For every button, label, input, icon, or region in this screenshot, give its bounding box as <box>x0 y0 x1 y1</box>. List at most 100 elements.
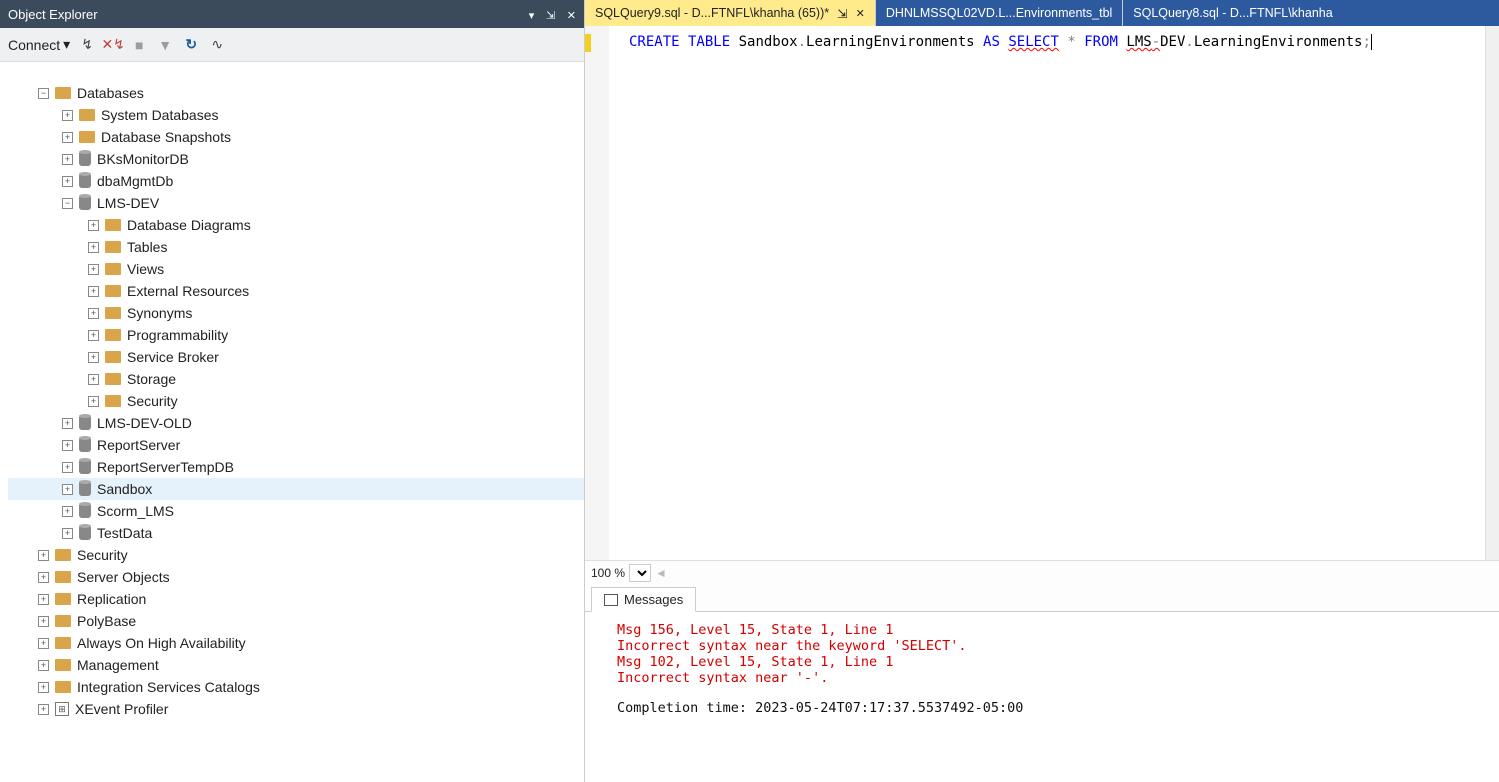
node-programmability[interactable]: +Programmability <box>8 324 584 346</box>
messages-tab[interactable]: Messages <box>591 587 696 612</box>
expand-icon[interactable]: + <box>38 638 49 649</box>
node-reportserver[interactable]: +ReportServer <box>8 434 584 456</box>
connect-button[interactable]: Connect ▾ <box>8 36 70 53</box>
node-label: Storage <box>127 371 176 387</box>
node-synonyms[interactable]: +Synonyms <box>8 302 584 324</box>
panel-pin-icon[interactable]: ⇲ <box>546 10 555 22</box>
sql-editor[interactable]: CREATE TABLE Sandbox.LearningEnvironment… <box>585 26 1499 560</box>
expand-icon[interactable]: + <box>62 110 73 121</box>
messages-label: Messages <box>624 592 683 607</box>
node-integration-services[interactable]: +Integration Services Catalogs <box>8 676 584 698</box>
disconnect-icon[interactable]: ↯ <box>78 36 96 54</box>
panel-dropdown-icon[interactable]: ▾ <box>529 10 535 22</box>
node-database-diagrams[interactable]: +Database Diagrams <box>8 214 584 236</box>
code-line-1[interactable]: CREATE TABLE Sandbox.LearningEnvironment… <box>585 34 1499 50</box>
expand-icon[interactable]: + <box>62 132 73 143</box>
refresh-icon[interactable]: ↻ <box>182 36 200 54</box>
node-service-broker[interactable]: +Service Broker <box>8 346 584 368</box>
node-tables[interactable]: + Tables <box>8 236 584 258</box>
node-lms-dev-old[interactable]: +LMS-DEV-OLD <box>8 412 584 434</box>
disconnect-all-icon[interactable]: ✕↯ <box>104 36 122 54</box>
node-lms-dev[interactable]: −LMS-DEV <box>8 192 584 214</box>
kw-from: FROM <box>1084 34 1118 50</box>
node-security-db[interactable]: +Security <box>8 390 584 412</box>
expand-icon[interactable]: + <box>62 176 73 187</box>
node-label: Sandbox <box>97 481 152 497</box>
expand-icon[interactable]: + <box>88 374 99 385</box>
node-replication[interactable]: +Replication <box>8 588 584 610</box>
obj-le2: LearningEnvironments <box>1194 34 1363 50</box>
dot: . <box>1185 34 1193 50</box>
node-scorm-lms[interactable]: +Scorm_LMS <box>8 500 584 522</box>
expand-icon[interactable]: + <box>62 440 73 451</box>
expand-icon[interactable]: + <box>62 462 73 473</box>
expand-icon[interactable]: + <box>62 528 73 539</box>
zoom-select[interactable] <box>629 564 651 582</box>
node-sandbox[interactable]: + Sandbox <box>8 478 584 500</box>
node-testdata[interactable]: + TestData <box>8 522 584 544</box>
expand-icon[interactable]: + <box>88 242 99 253</box>
tab-third[interactable]: SQLQuery8.sql - D...FTNFL\khanha <box>1123 0 1499 26</box>
editor-scrollbar[interactable] <box>1485 26 1499 560</box>
node-bksmonitordb[interactable]: +BKsMonitorDB <box>8 148 584 170</box>
collapse-icon[interactable]: − <box>62 198 73 209</box>
expand-icon[interactable]: + <box>88 220 99 231</box>
folder-icon <box>105 351 121 363</box>
expand-icon[interactable]: + <box>38 594 49 605</box>
expand-icon[interactable]: + <box>88 286 99 297</box>
activity-icon[interactable]: ∿ <box>208 36 226 54</box>
expand-icon[interactable]: + <box>38 572 49 583</box>
tab-active[interactable]: SQLQuery9.sql - D...FTNFL\khanha (65))* … <box>585 0 876 26</box>
expand-icon[interactable]: + <box>62 506 73 517</box>
expand-icon[interactable]: + <box>62 154 73 165</box>
expand-icon[interactable]: + <box>88 330 99 341</box>
node-dbamgmtdb[interactable]: +dbaMgmtDb <box>8 170 584 192</box>
node-server-objects[interactable]: +Server Objects <box>8 566 584 588</box>
node-label: Always On High Availability <box>77 635 246 651</box>
expand-icon[interactable]: + <box>38 550 49 561</box>
node-database-snapshots[interactable]: +Database Snapshots <box>8 126 584 148</box>
folder-icon <box>79 109 95 121</box>
tab-close-icon[interactable]: ✕ <box>856 7 865 20</box>
node-storage[interactable]: + Storage <box>8 368 584 390</box>
error-line: Incorrect syntax near '-'. <box>617 670 1499 686</box>
error-line: Incorrect syntax near the keyword 'SELEC… <box>617 638 1499 654</box>
expand-icon[interactable]: + <box>88 352 99 363</box>
node-views[interactable]: +Views <box>8 258 584 280</box>
expand-icon[interactable]: + <box>88 396 99 407</box>
node-management[interactable]: + Management <box>8 654 584 676</box>
expand-icon[interactable]: + <box>88 308 99 319</box>
node-label: Tables <box>127 239 167 255</box>
node-reportservertempdb[interactable]: +ReportServerTempDB <box>8 456 584 478</box>
tab-pin-icon[interactable]: ⇲ <box>837 6 847 21</box>
node-system-databases[interactable]: +System Databases <box>8 104 584 126</box>
expand-icon[interactable]: + <box>62 484 73 495</box>
completion-line: Completion time: 2023-05-24T07:17:37.553… <box>617 700 1499 716</box>
node-databases[interactable]: − Databases <box>8 82 584 104</box>
tree-view[interactable]: − Databases +System Databases +Database … <box>0 62 584 782</box>
document-area: SQLQuery9.sql - D...FTNFL\khanha (65))* … <box>585 0 1499 782</box>
collapse-icon[interactable]: − <box>38 88 49 99</box>
expand-icon[interactable]: + <box>38 682 49 693</box>
database-icon <box>79 504 91 518</box>
expand-icon[interactable]: + <box>62 418 73 429</box>
node-xevent-profiler[interactable]: +⊞XEvent Profiler <box>8 698 584 720</box>
database-icon <box>79 482 91 496</box>
expand-icon[interactable]: + <box>38 616 49 627</box>
folder-icon <box>105 241 121 253</box>
messages-pane[interactable]: Msg 156, Level 15, State 1, Line 1 Incor… <box>585 612 1499 782</box>
node-label: Management <box>77 657 159 673</box>
folder-icon <box>55 87 71 99</box>
messages-icon <box>604 594 618 606</box>
expand-icon[interactable]: + <box>38 660 49 671</box>
node-always-on[interactable]: + Always On High Availability <box>8 632 584 654</box>
expand-icon[interactable]: + <box>38 704 49 715</box>
node-external-resources[interactable]: +External Resources <box>8 280 584 302</box>
expand-icon[interactable]: + <box>88 264 99 275</box>
node-label: TestData <box>97 525 152 541</box>
node-polybase[interactable]: +PolyBase <box>8 610 584 632</box>
node-security[interactable]: +Security <box>8 544 584 566</box>
editor-gutter <box>585 26 609 560</box>
panel-close-icon[interactable]: ✕ <box>567 10 576 22</box>
tab-second[interactable]: DHNLMSSQL02VD.L...Environments_tbl <box>876 0 1123 26</box>
